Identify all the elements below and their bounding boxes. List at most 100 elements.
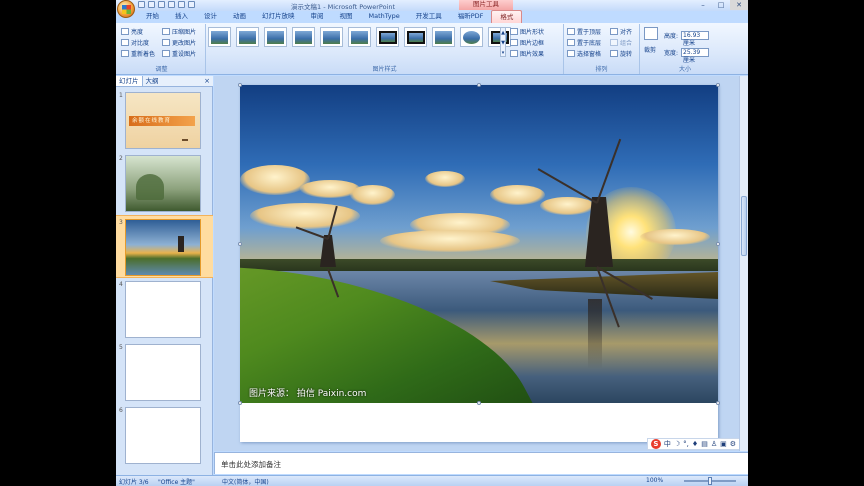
print-icon[interactable] bbox=[178, 1, 185, 8]
tab-5[interactable]: 审阅 bbox=[303, 10, 332, 23]
bring-to-front-icon bbox=[567, 28, 575, 35]
arrange-group: 置于顶层 对齐 置于底层 组合 选择窗格 旋转 排列 bbox=[564, 24, 640, 74]
slide-thumbnail-2[interactable]: 2 bbox=[116, 152, 213, 215]
slide-thumbnail-3[interactable]: 3 bbox=[116, 215, 213, 278]
current-slide[interactable]: 图片来源： 拍信 Paixin.com bbox=[238, 83, 720, 442]
picture-effects-icon bbox=[510, 50, 518, 57]
customize-qat-icon[interactable] bbox=[188, 1, 195, 8]
ime-skin-icon[interactable]: ▣ bbox=[720, 440, 727, 448]
ime-keyboard-icon[interactable]: ▤ bbox=[701, 440, 708, 448]
recolor-button[interactable]: 重新着色 bbox=[121, 49, 155, 58]
rotate-button[interactable]: 旋转 bbox=[610, 49, 632, 58]
tab-0[interactable]: 开始 bbox=[138, 10, 167, 23]
crop-icon[interactable] bbox=[644, 27, 658, 40]
reset-picture-icon bbox=[162, 50, 170, 57]
tab-outline[interactable]: 大纲 bbox=[143, 76, 162, 86]
ime-voice-icon[interactable]: ♦ bbox=[692, 440, 698, 448]
window-controls: – □ ✕ bbox=[694, 0, 748, 10]
height-spinner[interactable]: 高度: 16.93 厘米 bbox=[664, 31, 710, 47]
picture-style-thumb[interactable] bbox=[292, 27, 315, 47]
undo-icon[interactable] bbox=[148, 1, 155, 8]
ime-moon-icon[interactable]: ☽ bbox=[674, 440, 680, 448]
reset-picture-button[interactable]: 重设图片 bbox=[162, 49, 196, 58]
zoom-level[interactable]: 100% bbox=[646, 477, 663, 484]
picture-style-thumb[interactable] bbox=[264, 27, 287, 47]
recolor-icon bbox=[121, 50, 129, 57]
language-indicator: 中文(简体，中国) bbox=[222, 479, 269, 486]
selection-pane-button[interactable]: 选择窗格 bbox=[567, 49, 601, 58]
minimize-icon[interactable]: – bbox=[694, 0, 712, 10]
resize-handle[interactable] bbox=[477, 401, 481, 405]
new-slide-icon[interactable] bbox=[168, 1, 175, 8]
picture-style-thumb[interactable] bbox=[404, 27, 427, 47]
group-button[interactable]: 组合 bbox=[610, 38, 632, 47]
resize-handle[interactable] bbox=[716, 401, 720, 405]
slide-canvas[interactable]: 图片来源： 拍信 Paixin.com S 中 ☽ °, ♦ ▤ ♙ ▣ ⚙ bbox=[214, 76, 748, 451]
brightness-button[interactable]: 亮度 bbox=[121, 27, 143, 36]
picture-style-thumb[interactable] bbox=[376, 27, 399, 47]
tab-10[interactable]: 格式 bbox=[491, 10, 523, 23]
align-icon bbox=[610, 28, 618, 35]
tab-2[interactable]: 设计 bbox=[196, 10, 225, 23]
style-gallery-scroll[interactable]: ▲ ▼ ▾ bbox=[500, 27, 506, 57]
height-field[interactable]: 16.93 厘米 bbox=[681, 31, 710, 47]
picture-border-icon bbox=[510, 39, 518, 46]
zoom-slider-thumb[interactable] bbox=[708, 477, 712, 485]
redo-icon[interactable] bbox=[158, 1, 165, 8]
adjust-group: 亮度 压缩图片 对比度 更改图片 重新着色 重设图片 调整 bbox=[118, 24, 206, 74]
ime-settings-icon[interactable]: ⚙ bbox=[730, 440, 736, 448]
slide-thumbnail-5[interactable]: 5 bbox=[116, 341, 213, 404]
save-icon[interactable] bbox=[138, 1, 145, 8]
notes-pane[interactable]: 单击此处添加备注 bbox=[214, 452, 748, 474]
change-picture-button[interactable]: 更改图片 bbox=[162, 38, 196, 47]
ime-chinese-mode-icon[interactable]: 中 bbox=[664, 439, 671, 449]
resize-handle[interactable] bbox=[238, 401, 242, 405]
resize-handle[interactable] bbox=[238, 242, 242, 246]
contrast-button[interactable]: 对比度 bbox=[121, 38, 149, 47]
picture-shape-button[interactable]: 图片形状 bbox=[510, 27, 544, 36]
tab-9[interactable]: 福昕PDF bbox=[450, 10, 492, 23]
slide-thumbnail-4[interactable]: 4 bbox=[116, 278, 213, 341]
compress-pictures-button[interactable]: 压缩图片 bbox=[162, 27, 196, 36]
sogou-ime-icon[interactable]: S bbox=[650, 439, 661, 449]
bring-to-front-button[interactable]: 置于顶层 bbox=[567, 27, 601, 36]
tab-4[interactable]: 幻灯片放映 bbox=[254, 10, 303, 23]
tab-8[interactable]: 开发工具 bbox=[408, 10, 450, 23]
tab-6[interactable]: 视图 bbox=[332, 10, 361, 23]
tab-1[interactable]: 插入 bbox=[167, 10, 196, 23]
resize-handle[interactable] bbox=[716, 242, 720, 246]
tab-3[interactable]: 动画 bbox=[225, 10, 254, 23]
zoom-slider[interactable] bbox=[684, 477, 736, 485]
status-bar: 幻灯片 3/6 "Office 主题" 中文(简体，中国) 100% bbox=[116, 475, 748, 486]
ime-user-icon[interactable]: ♙ bbox=[711, 440, 717, 448]
tab-7[interactable]: MathType bbox=[361, 10, 408, 23]
picture-style-thumb[interactable] bbox=[208, 27, 231, 47]
ribbon-tabs: 开始 插入 设计 动画 幻灯片放映 审阅 视图 MathType 开发工具 福昕PDF 格式 bbox=[138, 10, 523, 23]
picture-style-thumb[interactable] bbox=[432, 27, 455, 47]
picture-style-thumb[interactable] bbox=[320, 27, 343, 47]
width-field[interactable]: 25.39 厘米 bbox=[681, 48, 710, 64]
slide-thumbnail-6[interactable]: 6 bbox=[116, 404, 213, 467]
picture-style-thumb[interactable] bbox=[348, 27, 371, 47]
resize-handle[interactable] bbox=[716, 83, 720, 87]
picture-styles-group: ▲ ▼ ▾ 图片形状 图片边框 图片效果 图片样式 bbox=[206, 24, 564, 74]
send-to-back-button[interactable]: 置于底层 bbox=[567, 38, 601, 47]
tab-slides[interactable]: 幻灯片 bbox=[116, 76, 143, 86]
picture-border-button[interactable]: 图片边框 bbox=[510, 38, 544, 47]
close-icon[interactable]: ✕ bbox=[730, 0, 748, 10]
slide-thumbnail-1[interactable]: 1 余额在线教育 bbox=[116, 89, 213, 152]
maximize-icon[interactable]: □ bbox=[712, 0, 730, 10]
picture-style-thumb[interactable] bbox=[236, 27, 259, 47]
scrollbar-thumb[interactable] bbox=[741, 196, 747, 256]
office-button[interactable] bbox=[117, 0, 135, 18]
panel-close-icon[interactable]: × bbox=[204, 76, 213, 86]
ime-punctuation-icon[interactable]: °, bbox=[683, 440, 689, 448]
resize-handle[interactable] bbox=[238, 83, 242, 87]
width-spinner[interactable]: 宽度: 25.39 厘米 bbox=[664, 48, 710, 64]
align-button[interactable]: 对齐 bbox=[610, 27, 632, 36]
windmill-photo[interactable]: 图片来源： 拍信 Paixin.com bbox=[240, 85, 718, 403]
vertical-scrollbar[interactable] bbox=[739, 76, 748, 451]
picture-effects-button[interactable]: 图片效果 bbox=[510, 49, 544, 58]
picture-style-thumb[interactable] bbox=[460, 27, 483, 47]
resize-handle[interactable] bbox=[477, 83, 481, 87]
